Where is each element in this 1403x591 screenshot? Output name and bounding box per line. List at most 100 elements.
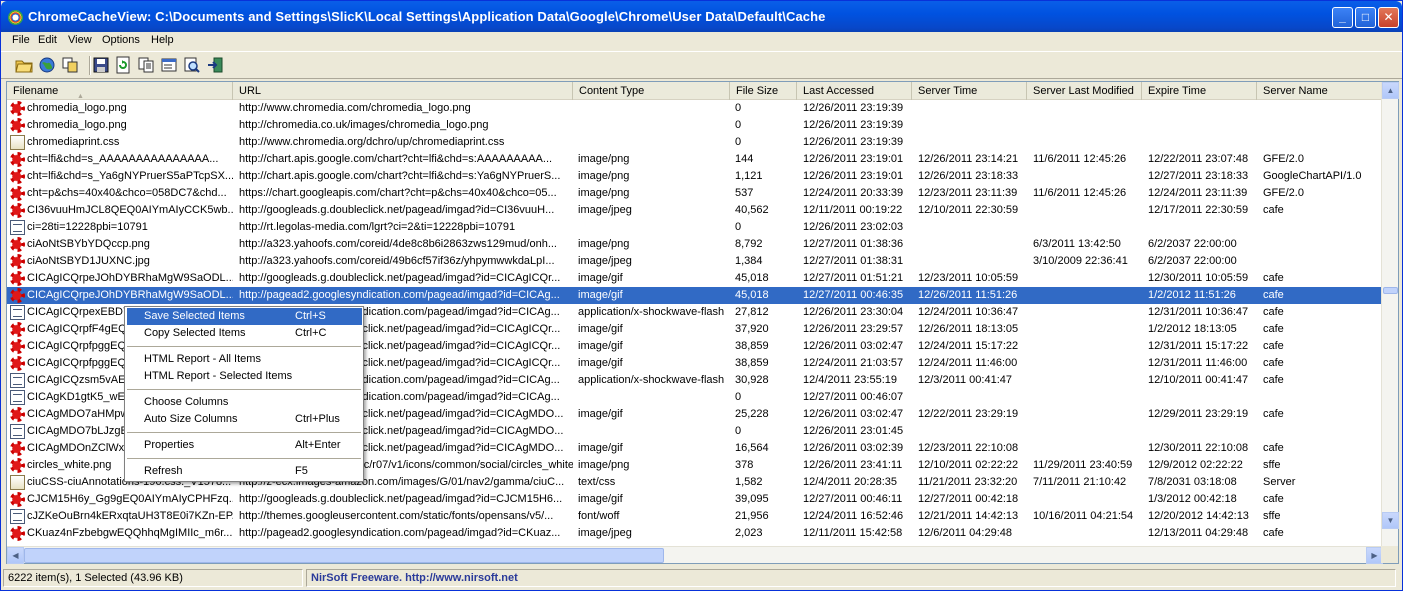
cell-expire-time: 12/31/2011 11:46:00 xyxy=(1148,357,1248,369)
cell-server-time xyxy=(918,134,1028,151)
table-row[interactable]: CICAgICQrpeJOhDYBRhaMgW9SaODL... http://p… xyxy=(7,287,1383,304)
menu-item-shortcut: F5 xyxy=(295,465,308,477)
copy-files-icon[interactable] xyxy=(61,56,79,74)
menu-item-html-report-selected-items[interactable]: HTML Report - Selected Items xyxy=(127,368,362,385)
cell-filename: ciAoNtSBYbYDQccp.png xyxy=(27,238,150,250)
vertical-scrollbar[interactable]: ▲ ▼ xyxy=(1381,82,1399,546)
status-nirsoft-link[interactable]: NirSoft Freeware. http://www.nirsoft.net xyxy=(306,569,1396,587)
cell-server-last-modified xyxy=(1033,100,1143,117)
menu-edit[interactable]: Edit xyxy=(38,33,57,49)
column-file-size[interactable]: File Size xyxy=(730,82,797,100)
table-row[interactable]: chromedia_logo.png http://chromedia.co.uk… xyxy=(7,117,1383,134)
cell-server-time: 12/26/2011 18:13:05 xyxy=(918,323,1019,335)
title-bar[interactable]: ChromeCacheView: C:\Documents and Settin… xyxy=(1,1,1402,33)
vertical-scroll-thumb[interactable] xyxy=(1383,287,1398,294)
table-row[interactable]: cJZKeOuBrn4kERxqtaUH3T8E0i7KZn-EP... http… xyxy=(7,508,1383,525)
menu-help[interactable]: Help xyxy=(151,33,174,49)
maximize-button[interactable]: □ xyxy=(1355,7,1376,28)
menu-options[interactable]: Options xyxy=(102,33,140,49)
cache-image-file-icon xyxy=(10,322,25,337)
cell-server-last-modified: 7/11/2011 21:10:42 xyxy=(1033,476,1127,488)
table-row[interactable]: cht=p&chs=40x40&chco=058DC7&chd... https:… xyxy=(7,185,1383,202)
cell-server-last-modified: 10/16/2011 04:21:54 xyxy=(1033,510,1134,522)
cell-last-accessed: 12/27/2011 01:51:21 xyxy=(803,272,904,284)
cell-last-accessed: 12/26/2011 23:02:03 xyxy=(803,221,904,233)
css-file-icon xyxy=(10,475,25,490)
cell-last-accessed: 12/27/2011 01:38:31 xyxy=(803,255,904,267)
table-row[interactable]: ciAoNtSBYbYDQccp.png http://a323.yahoofs.… xyxy=(7,236,1383,253)
column-server-name[interactable]: Server Name xyxy=(1257,82,1383,100)
cell-file-size: 16,564 xyxy=(735,442,769,454)
cell-server-last-modified xyxy=(1033,338,1143,355)
menu-item-auto-size-columns[interactable]: Auto Size Columns Ctrl+Plus xyxy=(127,411,362,428)
column-last-accessed[interactable]: Last Accessed xyxy=(797,82,912,100)
copy-icon[interactable] xyxy=(137,56,155,74)
cell-last-accessed: 12/11/2011 15:42:58 xyxy=(803,527,903,539)
menu-item-choose-columns[interactable]: Choose Columns xyxy=(127,394,362,411)
cell-url: http://www.chromedia.com/chromedia_logo.… xyxy=(239,102,471,114)
minimize-button[interactable]: _ xyxy=(1332,7,1353,28)
cell-content-type: text/css xyxy=(578,476,616,488)
menu-view[interactable]: View xyxy=(68,33,92,49)
column-filename[interactable]: Filename ▲ xyxy=(7,82,233,100)
cell-server-name xyxy=(1263,389,1381,406)
cell-content-type xyxy=(578,423,730,440)
open-folder-icon[interactable] xyxy=(15,56,33,74)
cache-image-file-icon xyxy=(10,356,25,371)
refresh-icon[interactable] xyxy=(114,56,132,74)
scroll-up-button[interactable]: ▲ xyxy=(1382,82,1399,99)
table-row[interactable]: cht=lfi&chd=s_AAAAAAAAAAAAAAA... http://c… xyxy=(7,151,1383,168)
column-server-time[interactable]: Server Time xyxy=(912,82,1027,100)
find-icon[interactable] xyxy=(183,56,201,74)
properties-icon[interactable] xyxy=(160,56,178,74)
cell-file-size: 0 xyxy=(735,221,742,233)
cell-last-accessed: 12/26/2011 23:19:39 xyxy=(803,102,904,114)
cell-file-size: 37,920 xyxy=(735,323,769,335)
cell-file-size: 0 xyxy=(735,136,742,148)
scroll-down-button[interactable]: ▼ xyxy=(1382,512,1399,529)
cell-last-accessed: 12/27/2011 00:46:07 xyxy=(803,391,904,403)
cell-expire-time: 12/22/2011 23:07:48 xyxy=(1148,153,1249,165)
table-row[interactable]: CI36vuuHmJCL8QEQ0AIYmAIyCCK5wb... http://… xyxy=(7,202,1383,219)
exit-icon[interactable] xyxy=(206,56,224,74)
cell-server-name: cafe xyxy=(1263,442,1284,454)
cell-file-size: 1,121 xyxy=(735,170,763,182)
table-row[interactable]: CJCM15H6y_Gg9gEQ0AIYmAIyCPHFzq... http://… xyxy=(7,491,1383,508)
cell-url: http://www.chromedia.org/dchro/up/chrome… xyxy=(239,136,505,148)
column-url[interactable]: URL xyxy=(233,82,573,100)
column-content-type[interactable]: Content Type xyxy=(573,82,730,100)
horizontal-scrollbar[interactable]: ◀ ▶ xyxy=(7,546,1383,564)
column-expire-time[interactable]: Expire Time xyxy=(1142,82,1257,100)
menu-item-save-selected-items[interactable]: Save Selected Items Ctrl+S xyxy=(127,308,362,325)
cache-image-file-icon xyxy=(10,407,25,422)
table-row[interactable]: CICAgICQrpeJOhDYBRhaMgW9SaODL... http://g… xyxy=(7,270,1383,287)
cache-image-file-icon xyxy=(10,339,25,354)
table-row[interactable]: chromedia_logo.png http://www.chromedia.c… xyxy=(7,100,1383,117)
cell-filename: cJZKeOuBrn4kERxqtaUH3T8E0i7KZn-EP... xyxy=(27,510,233,522)
menu-item-label: Refresh xyxy=(144,465,183,477)
horizontal-scroll-thumb[interactable] xyxy=(24,548,664,563)
cell-server-time xyxy=(918,236,1028,253)
menu-item-label: Copy Selected Items xyxy=(144,327,246,339)
cell-server-name xyxy=(1263,100,1381,117)
cell-content-type: image/gif xyxy=(578,289,623,301)
table-row[interactable]: ciAoNtSBYD1JUXNC.jpg http://a323.yahoofs.… xyxy=(7,253,1383,270)
menu-item-copy-selected-items[interactable]: Copy Selected Items Ctrl+C xyxy=(127,325,362,342)
cell-server-time xyxy=(918,389,1028,406)
menu-file[interactable]: File xyxy=(12,33,30,49)
globe-icon[interactable] xyxy=(38,56,56,74)
table-row[interactable]: chromediaprint.css http://www.chromedia.o… xyxy=(7,134,1383,151)
cell-expire-time: 12/17/2011 22:30:59 xyxy=(1148,204,1249,216)
table-row[interactable]: CKuaz4nFzbebgwEQQhhqMgIMIIc_m6r... http:/… xyxy=(7,525,1383,542)
table-row[interactable]: cht=lfi&chd=s_Ya6gNYPruerS5aPTcpSX... htt… xyxy=(7,168,1383,185)
close-button[interactable]: ✕ xyxy=(1378,7,1399,28)
table-row[interactable]: ci=28ti=12228pbi=10791 http://rt.legolas-… xyxy=(7,219,1383,236)
cell-expire-time: 12/9/2012 02:22:22 xyxy=(1148,459,1243,471)
scroll-left-button[interactable]: ◀ xyxy=(7,547,24,564)
column-server-last-modified[interactable]: Server Last Modified xyxy=(1027,82,1142,100)
menu-item-refresh[interactable]: Refresh F5 xyxy=(127,463,362,480)
menu-separator xyxy=(127,432,361,433)
menu-item-properties[interactable]: Properties Alt+Enter xyxy=(127,437,362,454)
save-icon[interactable] xyxy=(92,56,110,74)
menu-item-html-report-all-items[interactable]: HTML Report - All Items xyxy=(127,351,362,368)
